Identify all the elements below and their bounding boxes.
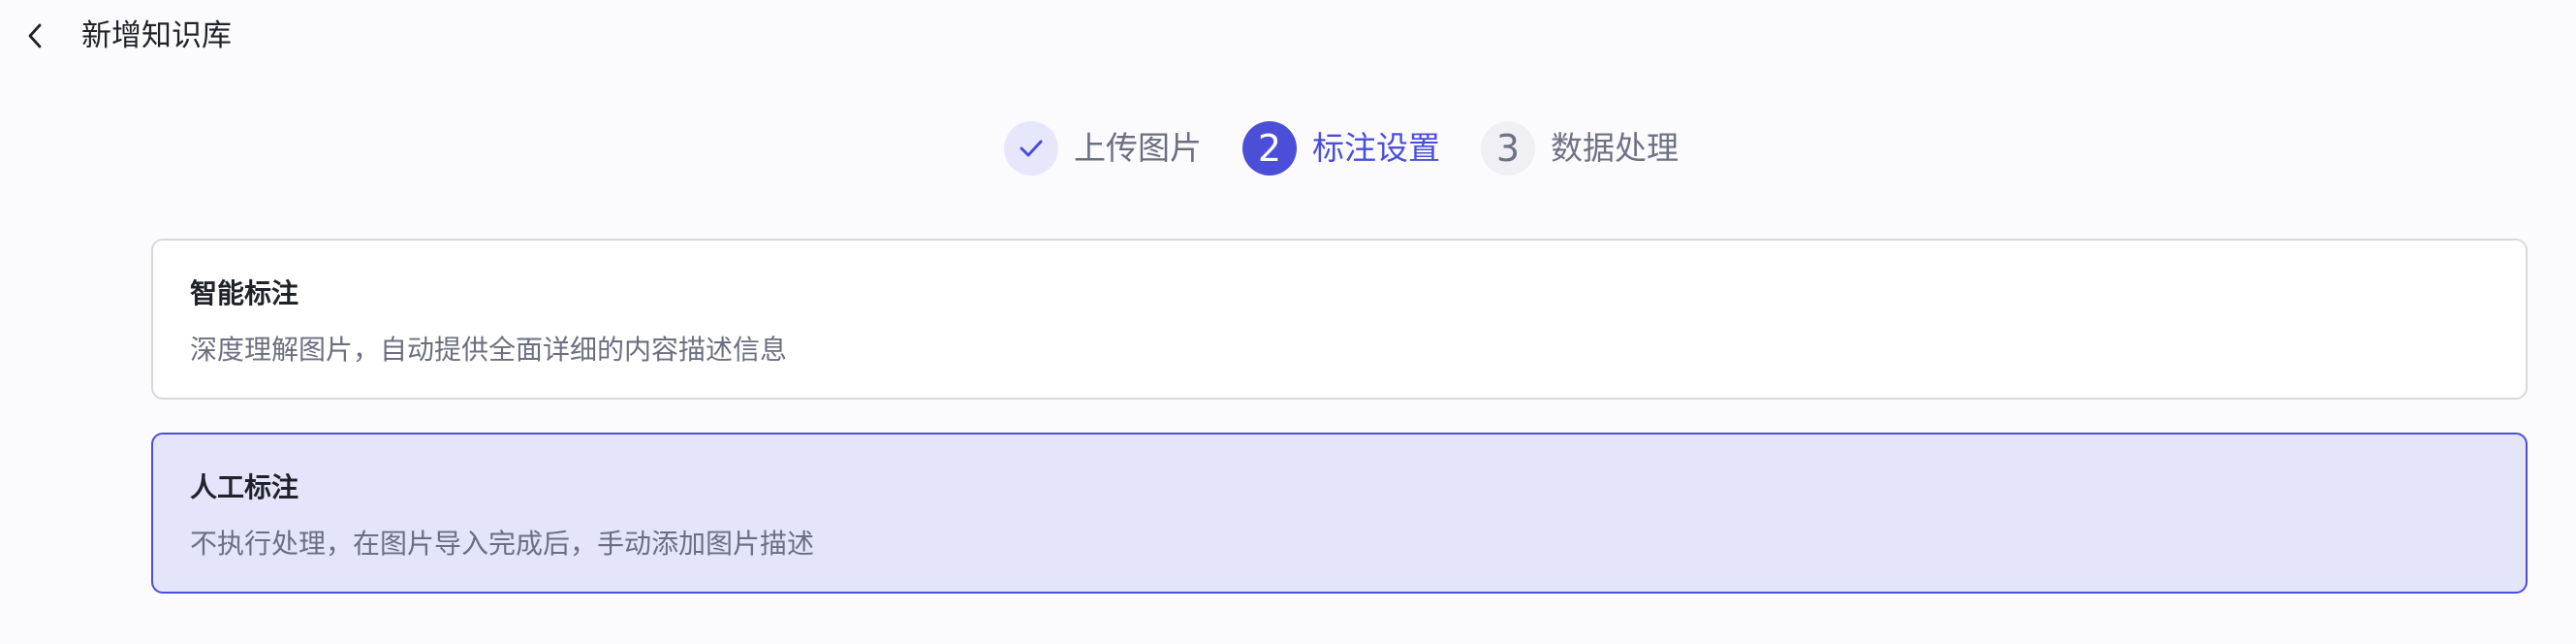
step-data-processing[interactable]: 3 数据处理: [1481, 121, 1679, 176]
step-3-indicator: 3: [1481, 121, 1535, 176]
back-button[interactable]: [19, 17, 50, 54]
step-2-label: 标注设置: [1312, 129, 1440, 167]
option-description: 深度理解图片，自动提供全面详细的内容描述信息: [190, 334, 788, 366]
step-upload-images[interactable]: 上传图片: [1004, 121, 1202, 176]
option-title: 人工标注: [190, 471, 299, 503]
step-annotation-settings[interactable]: 2 标注设置: [1242, 121, 1440, 176]
stepper: 上传图片 2 标注设置 3 数据处理: [1004, 118, 1679, 178]
check-icon: [1020, 140, 1043, 157]
step-2-indicator: 2: [1242, 121, 1297, 176]
option-smart-annotation[interactable]: 智能标注 深度理解图片，自动提供全面详细的内容描述信息: [151, 239, 2528, 400]
page-title: 新增知识库: [81, 18, 232, 53]
chevron-left-icon: [28, 23, 42, 48]
step-3-label: 数据处理: [1551, 129, 1679, 167]
step-1-label: 上传图片: [1074, 129, 1202, 167]
option-manual-annotation[interactable]: 人工标注 不执行处理，在图片导入完成后，手动添加图片描述: [151, 433, 2528, 594]
step-1-indicator: [1004, 121, 1058, 176]
option-title: 智能标注: [190, 277, 299, 309]
page-header: 新增知识库: [0, 0, 2576, 72]
option-description: 不执行处理，在图片导入完成后，手动添加图片描述: [190, 528, 815, 560]
